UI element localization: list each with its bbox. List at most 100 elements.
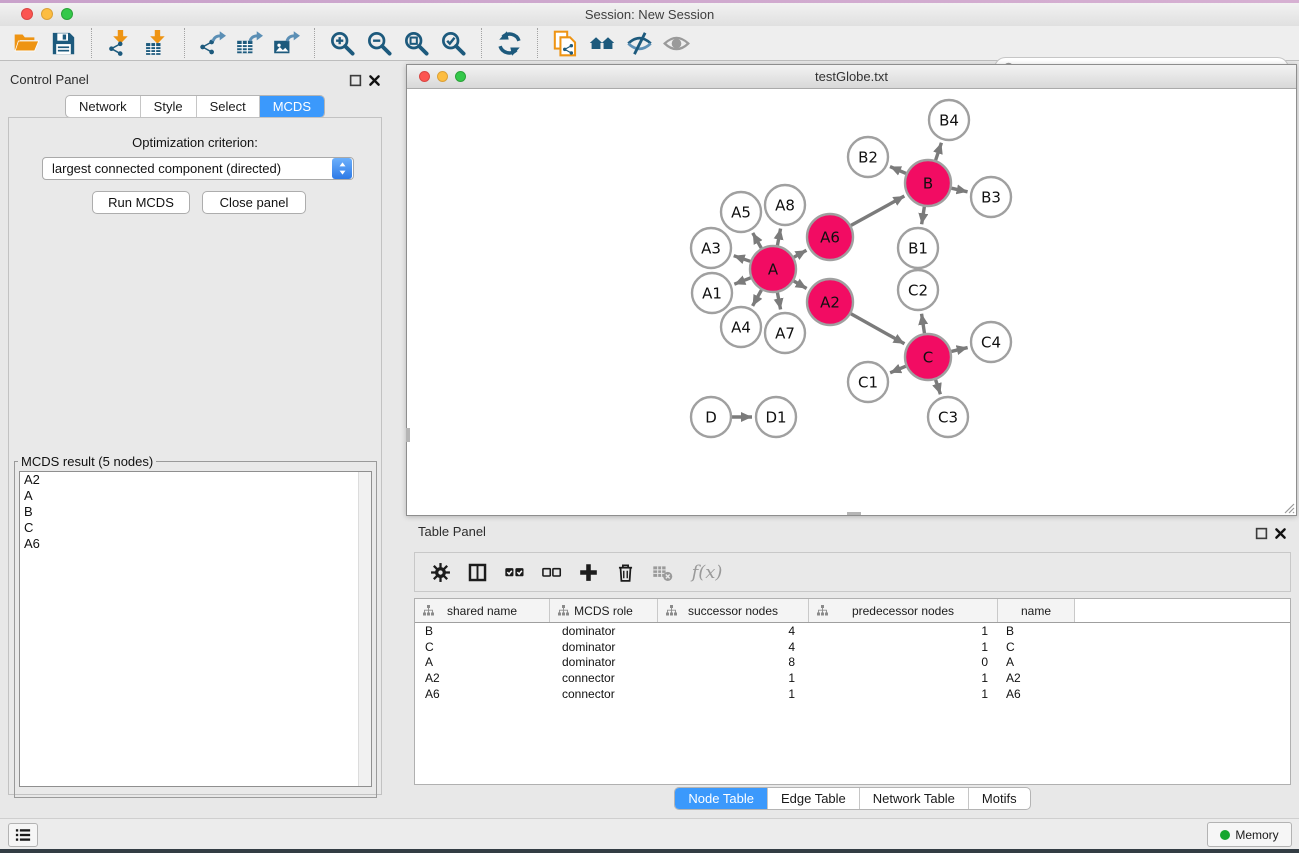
import-network-button[interactable] xyxy=(101,28,138,59)
table-cell[interactable]: 1 xyxy=(809,624,998,638)
node-B3[interactable]: B3 xyxy=(971,177,1011,217)
tab-edge-table[interactable]: Edge Table xyxy=(768,788,860,809)
table-cell[interactable]: 8 xyxy=(658,655,809,669)
node-D[interactable]: D xyxy=(691,397,731,437)
node-C1[interactable]: C1 xyxy=(848,362,888,402)
create-column-button[interactable] xyxy=(573,558,603,586)
node-A5[interactable]: A5 xyxy=(721,192,761,232)
edge-B-B1[interactable] xyxy=(922,207,925,225)
show-columns-button[interactable] xyxy=(462,558,492,586)
node-A4[interactable]: A4 xyxy=(721,307,761,347)
edge-A-A8[interactable] xyxy=(777,229,780,246)
node-A8[interactable]: A8 xyxy=(765,185,805,225)
result-item[interactable]: A2 xyxy=(20,472,371,488)
node-B[interactable]: B xyxy=(905,160,951,206)
run-mcds-button[interactable]: Run MCDS xyxy=(92,191,190,214)
network-canvas[interactable]: AA6A2BCA5A8A3A1A4A7B2B4B3B1C2C4C1C3DD1 xyxy=(407,89,1296,515)
node-A2[interactable]: A2 xyxy=(807,279,853,325)
column-header-shared-name[interactable]: shared name xyxy=(415,599,550,622)
table-row[interactable]: Adominator80A xyxy=(415,654,1290,670)
table-cell[interactable]: connector xyxy=(550,687,658,701)
table-cell[interactable]: C xyxy=(998,640,1075,654)
edge-A2-C[interactable] xyxy=(851,314,905,344)
result-item[interactable]: A6 xyxy=(20,536,371,552)
node-B2[interactable]: B2 xyxy=(848,137,888,177)
edge-A-A4[interactable] xyxy=(753,290,762,306)
tab-mcds[interactable]: MCDS xyxy=(260,96,324,117)
close-table-panel-icon[interactable] xyxy=(1274,527,1287,540)
zoom-selected-button[interactable] xyxy=(435,28,472,59)
table-cell[interactable]: dominator xyxy=(550,624,658,638)
edge-C-C2[interactable] xyxy=(922,314,925,334)
table-cell[interactable]: A xyxy=(998,655,1075,669)
tab-style[interactable]: Style xyxy=(141,96,197,117)
table-cell[interactable]: 1 xyxy=(809,640,998,654)
edge-C-C1[interactable] xyxy=(890,366,906,373)
clone-network-button[interactable] xyxy=(547,28,584,59)
node-B4[interactable]: B4 xyxy=(929,100,969,140)
node-A[interactable]: A xyxy=(750,246,796,292)
close-panel-icon[interactable] xyxy=(368,74,381,87)
edge-A6-B[interactable] xyxy=(851,196,904,225)
result-item[interactable]: B xyxy=(20,504,371,520)
node-C3[interactable]: C3 xyxy=(928,397,968,437)
table-cell[interactable]: A6 xyxy=(998,687,1075,701)
delete-columns-button[interactable] xyxy=(610,558,640,586)
table-cell[interactable]: B xyxy=(998,624,1075,638)
export-image-button[interactable] xyxy=(268,28,305,59)
task-history-button[interactable] xyxy=(8,823,38,847)
table-cell[interactable]: 0 xyxy=(809,655,998,669)
table-cell[interactable]: 1 xyxy=(809,687,998,701)
edge-A-A5[interactable] xyxy=(753,233,762,248)
export-network-button[interactable] xyxy=(194,28,231,59)
node-C2[interactable]: C2 xyxy=(898,270,938,310)
table-row[interactable]: Bdominator41B xyxy=(415,623,1290,639)
float-table-panel-icon[interactable] xyxy=(1255,527,1268,540)
column-header-mcds-role[interactable]: MCDS role xyxy=(550,599,658,622)
memory-button[interactable]: Memory xyxy=(1207,822,1292,847)
tab-network-table[interactable]: Network Table xyxy=(860,788,969,809)
first-neighbors-button[interactable] xyxy=(584,28,621,59)
tab-node-table[interactable]: Node Table xyxy=(675,788,768,809)
table-row[interactable]: Cdominator41C xyxy=(415,639,1290,655)
table-cell[interactable]: 1 xyxy=(658,687,809,701)
table-cell[interactable]: 1 xyxy=(658,671,809,685)
node-C[interactable]: C xyxy=(905,334,951,380)
float-panel-icon[interactable] xyxy=(349,74,362,87)
edge-A-A3[interactable] xyxy=(734,256,751,262)
zoom-in-button[interactable] xyxy=(324,28,361,59)
edge-B-B3[interactable] xyxy=(951,188,967,192)
unselect-all-columns-button[interactable] xyxy=(536,558,566,586)
tab-select[interactable]: Select xyxy=(197,96,260,117)
vertical-scroll-nub[interactable] xyxy=(406,428,410,442)
select-all-columns-button[interactable] xyxy=(499,558,529,586)
node-A7[interactable]: A7 xyxy=(765,313,805,353)
edge-A-A7[interactable] xyxy=(777,293,780,310)
hide-selected-button[interactable] xyxy=(621,28,658,59)
node-A1[interactable]: A1 xyxy=(692,273,732,313)
edge-B-B2[interactable] xyxy=(890,167,906,174)
refresh-network-button[interactable] xyxy=(491,28,528,59)
table-row[interactable]: A6connector11A6 xyxy=(415,686,1290,702)
node-A6[interactable]: A6 xyxy=(807,214,853,260)
table-options-gear-button[interactable] xyxy=(425,558,455,586)
network-window-titlebar[interactable]: testGlobe.txt xyxy=(407,65,1296,89)
tab-network[interactable]: Network xyxy=(66,96,141,117)
node-B1[interactable]: B1 xyxy=(898,228,938,268)
import-table-button[interactable] xyxy=(138,28,175,59)
zoom-out-button[interactable] xyxy=(361,28,398,59)
tab-motifs[interactable]: Motifs xyxy=(969,788,1030,809)
table-cell[interactable]: A xyxy=(415,655,550,669)
table-cell[interactable]: B xyxy=(415,624,550,638)
edge-A-A6[interactable] xyxy=(794,250,807,257)
resize-grip[interactable] xyxy=(1281,500,1295,514)
edge-A-A2[interactable] xyxy=(794,281,807,288)
table-row[interactable]: A2connector11A2 xyxy=(415,670,1290,686)
save-session-button[interactable] xyxy=(45,28,82,59)
table-cell[interactable]: dominator xyxy=(550,640,658,654)
export-table-button[interactable] xyxy=(231,28,268,59)
result-item[interactable]: A xyxy=(20,488,371,504)
table-cell[interactable]: A2 xyxy=(415,671,550,685)
optimization-criterion-select[interactable]: largest connected component (directed) xyxy=(42,157,354,180)
column-header-name[interactable]: name xyxy=(998,599,1075,622)
